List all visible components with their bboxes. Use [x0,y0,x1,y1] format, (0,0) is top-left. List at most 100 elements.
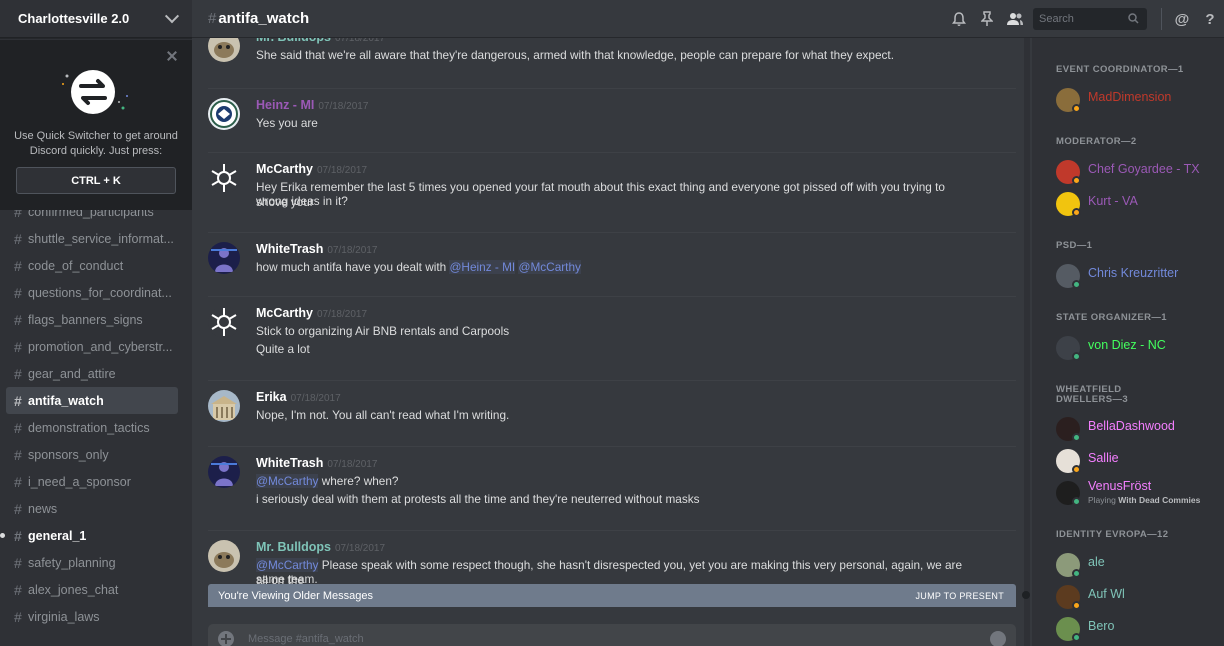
member-item[interactable]: Auf Wl [1056,583,1216,611]
member-item[interactable]: MadDimension [1056,86,1216,114]
bell-icon[interactable] [945,0,973,38]
channel-name: alex_jones_chat [28,582,119,597]
message-author[interactable]: WhiteTrash 07/18/2017 [256,456,377,470]
message-text: Quite a lot [256,342,310,356]
toolbar-divider [1161,8,1162,30]
author-name[interactable]: Mr. Bulldops [256,38,331,44]
hash-icon: # [14,311,22,328]
channel-name: flags_banners_signs [28,312,143,327]
member-item[interactable]: von Diez - NC [1056,334,1216,362]
message-author[interactable]: Heinz - MI 07/18/2017 [256,98,368,112]
status-indicator [1072,208,1081,217]
hash-icon: # [14,365,22,382]
author-name[interactable]: McCarthy [256,162,313,176]
channel-item[interactable]: # general_1 [0,522,178,549]
author-name[interactable]: McCarthy [256,306,313,320]
channel-item[interactable]: # demonstration_tactics [6,414,178,441]
member-item[interactable]: Sallie [1056,447,1216,475]
channel-title-text: antifa_watch [218,10,310,27]
author-name[interactable]: WhiteTrash [256,456,323,470]
chevron-down-icon[interactable] [164,8,180,23]
author-name[interactable]: Mr. Bulldops [256,540,331,554]
channel-name: gear_and_attire [28,366,116,381]
user-avatar[interactable] [208,540,240,572]
search-input[interactable]: Search [1033,8,1147,30]
author-name[interactable]: Heinz - MI [256,98,314,112]
author-name[interactable]: Erika [256,390,287,404]
user-avatar[interactable] [208,38,240,62]
channel-item[interactable]: # news [6,495,178,522]
role-header: WHEATFIELD DWELLERS—3 [1056,384,1129,405]
member-item[interactable]: BellaDashwood [1056,415,1216,443]
member-item[interactable]: Chris Kreuzritter [1056,262,1216,290]
channel-name: demonstration_tactics [28,420,150,435]
user-avatar[interactable] [208,98,240,130]
pin-icon[interactable] [973,0,1001,38]
channel-name: shuttle_service_informat... [28,231,174,246]
channel-item[interactable]: # sponsors_only [6,441,178,468]
user-avatar[interactable] [208,306,240,338]
hash-icon: # [14,392,22,409]
hash-icon: # [208,10,217,27]
user-avatar[interactable] [208,242,240,274]
help-icon[interactable]: ? [1196,0,1224,38]
scrollbar[interactable] [1024,38,1030,646]
channel-item[interactable]: # questions_for_coordinat... [6,279,178,306]
user-avatar[interactable] [208,162,240,194]
message-author[interactable]: Mr. Bulldops 07/18/2017 [256,540,385,554]
older-messages-bar[interactable]: You're Viewing Older Messages JUMP TO PR… [208,584,1016,607]
mention-icon[interactable]: @ [1168,0,1196,38]
channel-item[interactable]: # shuttle_service_informat... [6,225,178,252]
member-item[interactable]: VenusFröst Playing With Dead Commies [1056,479,1216,507]
members-icon[interactable] [1001,0,1029,38]
snowflake-avatar-image [208,162,240,194]
server-header[interactable]: Charlottesville 2.0 [0,0,192,38]
composer-placeholder: Message #antifa_watch [248,633,364,645]
jump-to-present-button[interactable]: JUMP TO PRESENT [915,591,1004,601]
message-author[interactable]: McCarthy 07/18/2017 [256,306,367,320]
channel-item[interactable]: # code_of_conduct [6,252,178,279]
author-name[interactable]: WhiteTrash [256,242,323,256]
user-mention[interactable]: @McCarthy [256,474,319,488]
member-item[interactable]: Kurt - VA [1056,190,1216,218]
message-author[interactable]: McCarthy 07/18/2017 [256,162,367,176]
channel-item[interactable]: # gear_and_attire [6,360,178,387]
message-composer[interactable]: Message #antifa_watch [208,624,1016,646]
user-avatar[interactable] [208,390,240,422]
role-header: EVENT COORDINATOR—1 [1056,64,1184,75]
hash-icon: # [14,581,22,598]
member-item[interactable]: ale [1056,551,1216,579]
message-divider [208,88,1016,89]
figure-avatar-image [208,242,240,274]
older-messages-label: You're Viewing Older Messages [218,589,373,602]
member-item[interactable]: Bero [1056,615,1216,643]
discord-app: Charlottesville 2.0 # confirmed_participa… [0,0,1224,646]
building-avatar-image [208,390,240,422]
message-text: how much antifa have you dealt with @Hei… [256,260,976,275]
channel-item[interactable]: # safety_planning [6,549,178,576]
message-author[interactable]: Mr. Bulldops 07/18/2017 [256,38,385,44]
channel-item[interactable]: # virginia_laws [6,603,178,630]
message-author[interactable]: Erika 07/18/2017 [256,390,341,404]
channel-item[interactable]: # promotion_and_cyberstr... [6,333,178,360]
message-timestamp: 07/18/2017 [316,309,368,320]
channel-item[interactable]: # antifa_watch [6,387,178,414]
channel-name: safety_planning [28,555,116,570]
search-icon [1128,13,1139,24]
quick-switcher-text: Use Quick Switcher to get around Discord… [14,130,178,157]
user-mention[interactable]: @McCarthy [256,558,319,572]
user-avatar[interactable] [208,456,240,488]
upload-plus-icon[interactable] [218,631,234,646]
member-item[interactable]: Chef Goyardee - TX [1056,158,1216,186]
user-mention[interactable]: @McCarthy [518,260,581,274]
user-mention[interactable]: @Heinz - MI [449,260,516,274]
quick-switcher-shortcut[interactable]: CTRL + K [16,167,176,194]
message-author[interactable]: WhiteTrash 07/18/2017 [256,242,377,256]
channel-name: questions_for_coordinat... [28,285,172,300]
close-icon[interactable] [166,50,178,62]
channel-item[interactable]: # i_need_a_sponsor [6,468,178,495]
emoji-icon[interactable] [990,631,1006,646]
channel-item[interactable]: # alex_jones_chat [6,576,178,603]
role-header: MODERATOR—2 [1056,136,1137,147]
channel-item[interactable]: # flags_banners_signs [6,306,178,333]
